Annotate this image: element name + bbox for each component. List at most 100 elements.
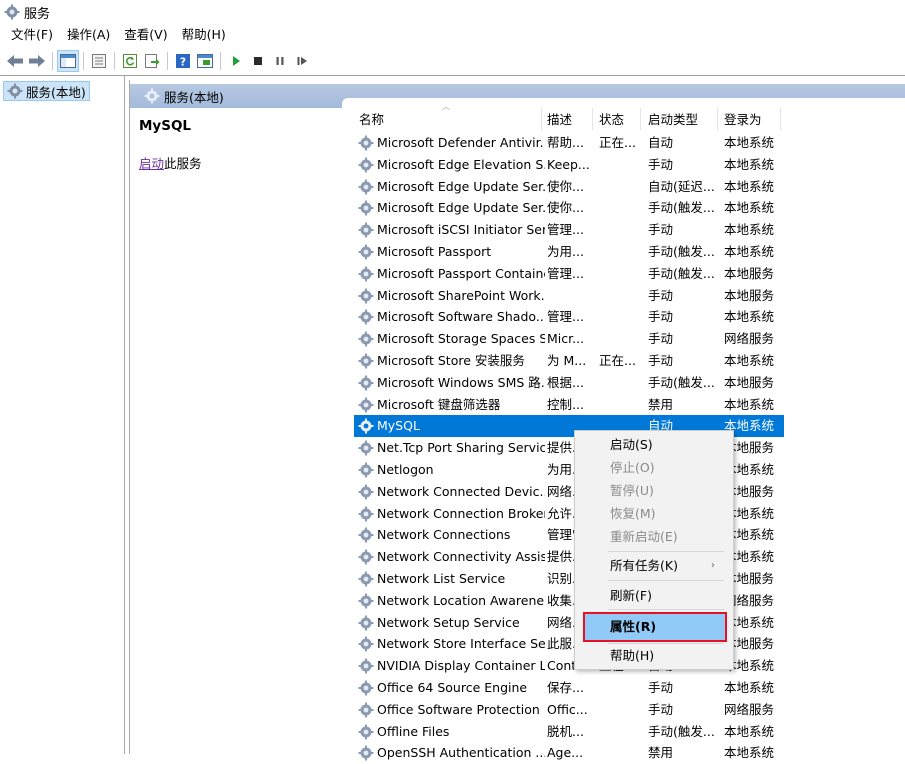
- menu-item-restart[interactable]: 重新启动(E): [585, 526, 725, 548]
- start-service-link[interactable]: 启动: [139, 156, 164, 171]
- table-row[interactable]: Microsoft Windows SMS 路... 根据... 手动(触发... 本…: [354, 372, 784, 394]
- menu-help[interactable]: 帮助(H): [175, 25, 233, 45]
- back-icon[interactable]: [4, 50, 26, 72]
- cell-description: Keep...: [547, 156, 590, 172]
- menu-item-stop[interactable]: 停止(O): [585, 457, 725, 479]
- forward-icon[interactable]: [26, 50, 48, 72]
- cell-name: Network Location Awarene...: [377, 592, 545, 608]
- service-gear-icon: [358, 745, 374, 761]
- cell-startup-type: 手动: [648, 331, 674, 347]
- cell-startup-type: 禁用: [648, 745, 674, 761]
- toolbar-divider: [220, 51, 221, 70]
- properties-icon[interactable]: [88, 50, 110, 72]
- service-gear-icon: [358, 288, 374, 304]
- cell-log-on-as: 网络服务: [724, 331, 775, 347]
- service-gear-icon: [358, 636, 374, 652]
- menu-action[interactable]: 操作(A): [60, 25, 117, 45]
- table-row[interactable]: Office 64 Source Engine 保存... 手动 本地系统: [354, 677, 784, 699]
- cell-name: Network Connection Broker: [377, 505, 545, 521]
- table-row[interactable]: Offline Files 脱机... 手动(触发... 本地系统: [354, 721, 784, 743]
- svg-text:?: ?: [180, 55, 186, 68]
- column-divider[interactable]: [541, 108, 542, 130]
- cell-description: 使你...: [547, 200, 584, 216]
- table-row[interactable]: Microsoft Edge Update Ser... 使你... 自动(延迟..…: [354, 176, 784, 198]
- pause-service-icon[interactable]: [269, 50, 291, 72]
- table-row[interactable]: Microsoft iSCSI Initiator Ser... 管理... 手动 本…: [354, 219, 784, 241]
- table-row[interactable]: Microsoft Defender Antivir... 帮助... 正在... 自…: [354, 132, 784, 154]
- show-tree-icon[interactable]: [57, 49, 79, 72]
- table-row[interactable]: Office Software Protection ... Offic... 手动…: [354, 699, 784, 721]
- service-gear-icon: [358, 549, 374, 565]
- details-panel: 服务(本地) MySQL 启动此服务 ︿ 名称 描述 状态 启动类型 登录为 M…: [129, 80, 905, 761]
- refresh-icon[interactable]: [119, 50, 141, 72]
- column-divider[interactable]: [640, 108, 641, 130]
- column-header-status[interactable]: 状态: [599, 110, 624, 130]
- column-divider[interactable]: [717, 108, 718, 130]
- menu-view[interactable]: 查看(V): [117, 25, 174, 45]
- cell-startup-type: 手动: [648, 222, 674, 238]
- cell-description: 管理...: [547, 309, 584, 325]
- tree-item-services-local[interactable]: 服务(本地): [3, 81, 90, 101]
- toolbar-divider: [167, 51, 168, 70]
- column-header-log-on-as[interactable]: 登录为: [724, 110, 762, 130]
- cell-name: Office 64 Source Engine: [377, 680, 528, 695]
- toolbar: ?: [0, 47, 905, 74]
- table-row[interactable]: Microsoft Passport Container 管理... 手动(触发..…: [354, 263, 784, 285]
- sort-indicator-icon: ︿: [442, 102, 450, 111]
- start-service-suffix: 此服务: [164, 156, 202, 171]
- table-row[interactable]: Microsoft SharePoint Work... 手动 本地服务: [354, 285, 784, 307]
- cell-description: 为用...: [547, 244, 584, 259]
- table-row[interactable]: OpenSSH Authentication ... Age... 禁用 本地系统: [354, 742, 784, 764]
- cell-name: Network Connectivity Assis...: [377, 549, 545, 565]
- cell-startup-type: 手动(触发...: [648, 374, 715, 390]
- stop-service-icon[interactable]: [247, 50, 269, 72]
- menu-item-all-tasks[interactable]: 所有任务(K) ›: [585, 555, 725, 577]
- column-header-description[interactable]: 描述: [547, 110, 572, 130]
- cell-log-on-as: 本地系统: [724, 353, 775, 368]
- cell-startup-type: 手动(触发...: [648, 723, 715, 739]
- console-icon[interactable]: [194, 50, 216, 72]
- menu-item-resume[interactable]: 恢复(M): [585, 503, 725, 525]
- start-service-icon[interactable]: [225, 50, 247, 72]
- cell-log-on-as: 本地系统: [724, 680, 775, 695]
- cell-description: 脱机...: [547, 723, 584, 739]
- column-divider[interactable]: [592, 108, 593, 130]
- table-row[interactable]: Microsoft Storage Spaces S... Micr... 手动 网络…: [354, 328, 784, 350]
- export-icon[interactable]: [141, 50, 163, 72]
- service-gear-icon: [358, 331, 374, 347]
- table-row[interactable]: Microsoft 键盘筛选器 控制... 禁用 本地系统: [354, 394, 784, 416]
- service-gear-icon: [358, 266, 374, 282]
- table-row[interactable]: Microsoft Edge Update Ser... 使你... 手动(触发..…: [354, 197, 784, 219]
- menu-item-refresh[interactable]: 刷新(F): [585, 585, 725, 607]
- cell-startup-type: 自动(延迟...: [648, 178, 715, 194]
- cell-startup-type: 手动: [648, 287, 674, 303]
- cell-name: Microsoft Edge Update Ser...: [377, 178, 545, 194]
- column-divider[interactable]: [780, 108, 781, 130]
- column-header-startup-type[interactable]: 启动类型: [648, 110, 698, 130]
- cell-name: Microsoft Storage Spaces S...: [377, 331, 545, 347]
- cell-startup-type: 自动: [648, 135, 674, 150]
- service-gear-icon: [358, 484, 374, 500]
- menu-item-properties[interactable]: 属性(R): [583, 612, 727, 642]
- column-header-name[interactable]: 名称: [359, 110, 384, 130]
- cell-description: 根据...: [547, 374, 584, 390]
- table-row[interactable]: Microsoft Store 安装服务 为 M... 正在... 手动 本地系统: [354, 350, 784, 372]
- menu-item-start[interactable]: 启动(S): [585, 434, 725, 456]
- cell-description: 为 M...: [547, 353, 587, 368]
- service-gear-icon: [358, 135, 374, 151]
- resume-service-icon[interactable]: [291, 50, 313, 72]
- help-icon[interactable]: ?: [172, 50, 194, 72]
- menu-separator: [608, 551, 724, 552]
- service-gear-icon: [358, 680, 374, 696]
- cell-description: 管理...: [547, 222, 584, 238]
- cell-name: Network List Service: [377, 571, 506, 586]
- menu-item-pause[interactable]: 暂停(U): [585, 480, 725, 502]
- table-row[interactable]: Microsoft Passport 为用... 手动(触发... 本地系统: [354, 241, 784, 263]
- table-row[interactable]: Microsoft Edge Elevation S... Keep... 手动 本地…: [354, 154, 784, 176]
- cell-description: 使你...: [547, 178, 584, 194]
- menu-file[interactable]: 文件(F): [4, 25, 60, 45]
- table-row[interactable]: Microsoft Software Shado... 管理... 手动 本地系统: [354, 306, 784, 328]
- cell-description: Offic...: [547, 701, 588, 717]
- service-gear-icon: [358, 353, 374, 369]
- menu-item-help[interactable]: 帮助(H): [585, 645, 725, 667]
